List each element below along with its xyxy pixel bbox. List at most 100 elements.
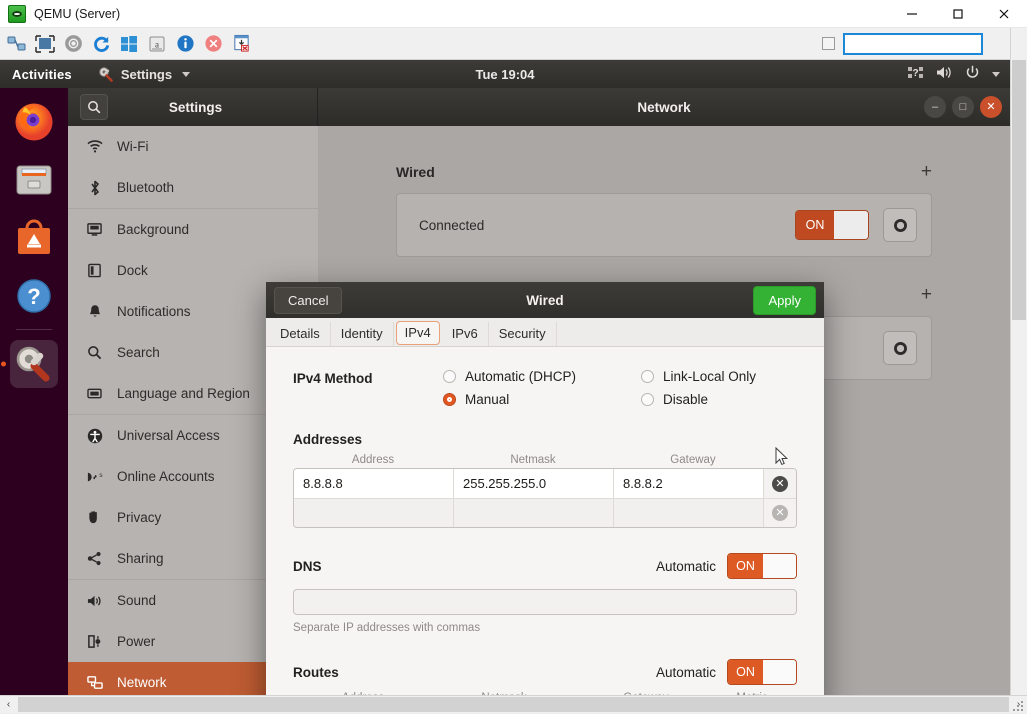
dns-title: DNS xyxy=(293,559,322,574)
app-menu-button[interactable]: Settings xyxy=(98,66,190,82)
sidebar-item-label: Sharing xyxy=(117,551,164,566)
activities-button[interactable]: Activities xyxy=(12,67,72,82)
maximize-icon[interactable] xyxy=(935,0,981,28)
dock-item-settings[interactable] xyxy=(10,340,58,388)
scroll-left-arrow-icon[interactable]: ‹ xyxy=(0,699,17,710)
windows-icon[interactable] xyxy=(118,33,140,55)
table-row: ✕ xyxy=(294,498,796,527)
wired-section-header: Wired + xyxy=(396,162,932,181)
screenshot-icon[interactable] xyxy=(230,33,252,55)
qemu-toolbar-input[interactable] xyxy=(843,33,983,55)
close-icon[interactable]: ✕ xyxy=(980,96,1002,118)
dialog-body: IPv4 Method Automatic (DHCP) Link-Local … xyxy=(266,347,824,695)
cancel-icon[interactable] xyxy=(202,33,224,55)
dialog-headerbar: Cancel Wired Apply xyxy=(266,282,824,318)
search-icon[interactable] xyxy=(80,94,108,120)
tab-details[interactable]: Details xyxy=(270,322,331,346)
tab-identity[interactable]: Identity xyxy=(331,322,394,346)
sidebar-item-wifi[interactable]: Wi-Fi xyxy=(68,126,318,167)
radio-circle-selected-icon xyxy=(443,393,456,406)
radio-label: Manual xyxy=(465,392,509,407)
radio-circle-icon xyxy=(641,393,654,406)
horizontal-scrollbar[interactable]: ‹ › xyxy=(0,695,1027,713)
online-accounts-icon: s xyxy=(86,470,103,484)
tab-ipv4[interactable]: IPv4 xyxy=(396,321,440,345)
dock-item-files[interactable] xyxy=(10,156,58,204)
svg-text:?: ? xyxy=(912,68,918,79)
fullscreen-icon[interactable] xyxy=(34,33,56,55)
close-icon[interactable] xyxy=(981,0,1027,28)
minimize-icon[interactable] xyxy=(889,0,935,28)
qemu-window-controls xyxy=(889,0,1027,28)
language-icon xyxy=(86,387,103,400)
routes-automatic-toggle[interactable]: ON xyxy=(727,659,797,685)
wired-toggle[interactable]: ON xyxy=(795,210,869,240)
dns-automatic-toggle[interactable]: ON xyxy=(727,553,797,579)
add-second-button[interactable]: + xyxy=(921,285,932,304)
column-header-address: Address xyxy=(293,454,453,466)
sharing-icon xyxy=(86,551,103,566)
minimize-icon[interactable]: – xyxy=(924,96,946,118)
bell-icon xyxy=(86,304,103,319)
resize-grip[interactable] xyxy=(1013,699,1025,711)
radio-automatic-dhcp[interactable]: Automatic (DHCP) xyxy=(443,369,641,384)
svg-text:?: ? xyxy=(27,284,40,309)
sidebar-item-label: Wi-Fi xyxy=(117,139,148,154)
radio-disable[interactable]: Disable xyxy=(641,392,797,407)
refresh-icon[interactable] xyxy=(90,33,112,55)
delete-circle-icon[interactable]: ✕ xyxy=(764,469,796,498)
cell-gateway[interactable] xyxy=(614,499,764,527)
ipv4-method-label: IPv4 Method xyxy=(293,369,443,386)
cell-address[interactable] xyxy=(294,499,454,527)
sidebar-item-label: Network xyxy=(117,675,167,690)
chevron-down-icon xyxy=(992,72,1000,77)
vertical-scrollbar[interactable]: ⱟ xyxy=(1010,28,1027,695)
settings-sidebar-title: Settings xyxy=(108,100,283,115)
network-icon[interactable] xyxy=(6,33,28,55)
power-plug-icon xyxy=(86,634,103,649)
qemu-toolbar-checkbox[interactable] xyxy=(822,37,835,50)
radio-circle-icon xyxy=(443,370,456,383)
horizontal-scrollbar-thumb[interactable] xyxy=(18,697,1009,712)
tab-ipv6[interactable]: IPv6 xyxy=(442,322,489,346)
settings-gear-icon[interactable] xyxy=(62,33,84,55)
power-icon xyxy=(965,65,980,83)
dock-item-help[interactable]: ? xyxy=(10,272,58,320)
apply-button[interactable]: Apply xyxy=(753,286,816,315)
toggle-knob xyxy=(834,211,868,239)
radio-manual[interactable]: Manual xyxy=(443,392,641,407)
gear-icon[interactable] xyxy=(883,331,917,365)
add-wired-button[interactable]: + xyxy=(921,162,932,181)
guest-display: Activities Settings Tue 19:04 xyxy=(0,60,1010,695)
addresses-column-headers: Address Netmask Gateway xyxy=(293,454,797,466)
sidebar-item-bluetooth[interactable]: Bluetooth xyxy=(68,167,318,208)
sidebar-item-label: Language and Region xyxy=(117,386,250,401)
accessibility-icon xyxy=(86,428,103,444)
vertical-scrollbar-thumb[interactable] xyxy=(1012,60,1026,320)
cell-netmask[interactable]: 255.255.255.0 xyxy=(454,469,614,498)
tab-security[interactable]: Security xyxy=(489,322,557,346)
svg-text:s: s xyxy=(99,472,103,479)
column-header-gateway: Gateway xyxy=(613,454,773,466)
table-row: 8.8.8.8 255.255.255.0 8.8.8.2 ✕ xyxy=(294,469,796,498)
dock-item-ubuntu-software[interactable] xyxy=(10,214,58,262)
radio-link-local-only[interactable]: Link-Local Only xyxy=(641,369,797,384)
keyboard-layout-icon[interactable]: a xyxy=(146,33,168,55)
qemu-titlebar: QEMU (Server) xyxy=(0,0,1027,28)
sidebar-item-label: Search xyxy=(117,345,160,360)
cell-netmask[interactable] xyxy=(454,499,614,527)
toggle-on-label: ON xyxy=(728,660,763,684)
dns-input[interactable] xyxy=(293,589,797,615)
status-menu[interactable]: ? xyxy=(908,65,1000,83)
dock-item-firefox[interactable] xyxy=(10,98,58,146)
delete-circle-icon[interactable]: ✕ xyxy=(764,499,796,527)
maximize-icon[interactable]: □ xyxy=(952,96,974,118)
cell-gateway[interactable]: 8.8.8.2 xyxy=(614,469,764,498)
settings-headerbar-left: Settings xyxy=(68,88,318,126)
toggle-on-label: ON xyxy=(728,554,763,578)
sidebar-item-background[interactable]: Background xyxy=(68,209,318,250)
gear-icon[interactable] xyxy=(883,208,917,242)
cell-address[interactable]: 8.8.8.8 xyxy=(294,469,454,498)
scroll-down-arrow-icon[interactable]: ⱟ xyxy=(1011,678,1027,695)
info-icon[interactable] xyxy=(174,33,196,55)
